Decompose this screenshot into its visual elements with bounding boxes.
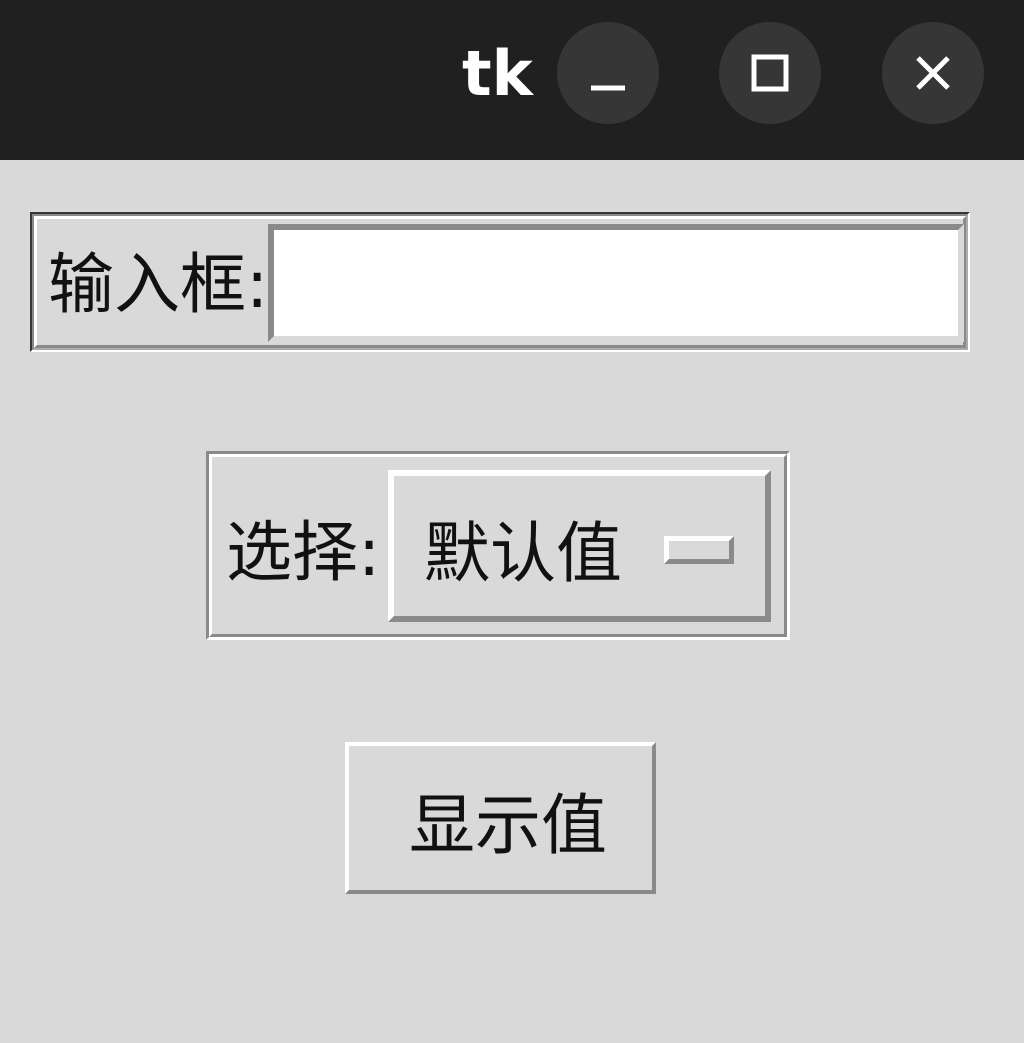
select-label: 选择: bbox=[226, 514, 381, 591]
title-bar: tk bbox=[0, 0, 1024, 160]
close-icon bbox=[916, 56, 950, 90]
show-value-button-label: 显示值 bbox=[409, 787, 607, 864]
option-menu-value: 默认值 bbox=[424, 515, 622, 592]
close-button[interactable] bbox=[882, 22, 984, 124]
entry-label: 输入框: bbox=[48, 246, 269, 323]
minimize-icon bbox=[591, 85, 625, 91]
minimize-button[interactable] bbox=[557, 22, 659, 124]
maximize-icon bbox=[751, 54, 789, 92]
option-menu[interactable]: 默认值 bbox=[388, 470, 771, 622]
option-menu-indicator-icon bbox=[664, 536, 734, 564]
text-entry[interactable] bbox=[268, 224, 964, 342]
show-value-button[interactable]: 显示值 bbox=[345, 742, 656, 894]
maximize-button[interactable] bbox=[719, 22, 821, 124]
window-title: tk bbox=[462, 37, 533, 110]
